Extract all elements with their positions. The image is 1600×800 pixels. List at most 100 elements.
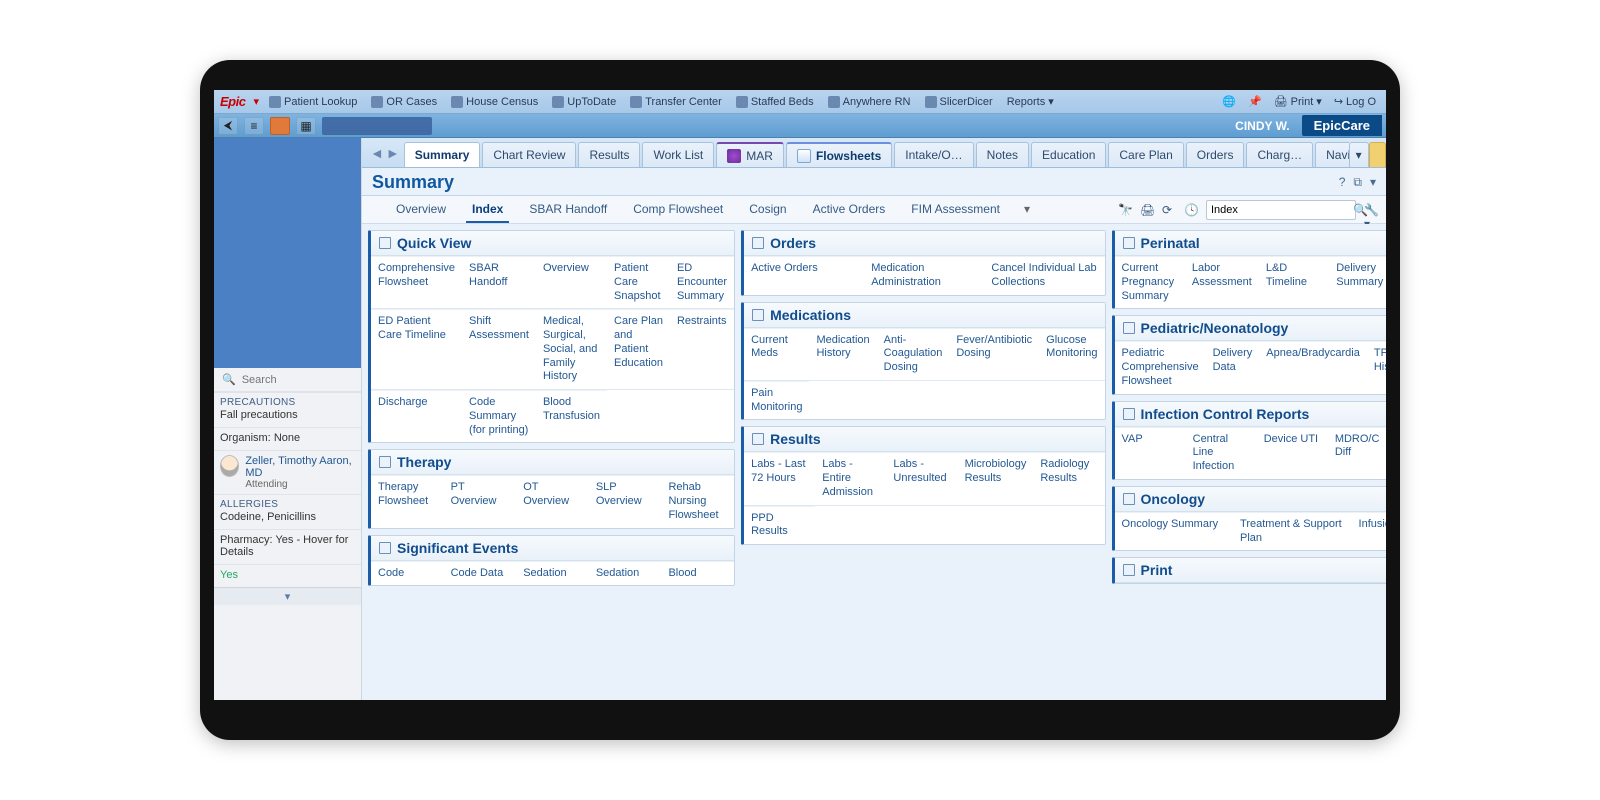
link-pain-monitoring[interactable]: Pain Monitoring: [744, 381, 809, 420]
tab-intake-o-[interactable]: Intake/O…: [894, 142, 973, 167]
link-sedation[interactable]: Sedation: [589, 561, 662, 586]
link-labs-unresulted[interactable]: Labs - Unresulted: [886, 452, 957, 504]
link-rehab-nursing-flowsheet[interactable]: Rehab Nursing Flowsheet: [661, 475, 734, 527]
collapse-icon[interactable]: ⮜: [218, 117, 238, 135]
link-pt-overview[interactable]: PT Overview: [444, 475, 517, 527]
summary-search[interactable]: 🔍: [1206, 200, 1356, 220]
sidebar-search[interactable]: 🔍: [214, 368, 361, 392]
tab-work-list[interactable]: Work List: [642, 142, 714, 167]
subtab-sbar-handoff[interactable]: SBAR Handoff: [523, 197, 613, 223]
wrench-icon[interactable]: 🔧▾: [1364, 203, 1378, 217]
link-treatment-support-plan[interactable]: Treatment & Support Plan: [1233, 512, 1352, 551]
subtab-active-orders[interactable]: Active Orders: [807, 197, 892, 223]
sidebar-search-input[interactable]: [242, 374, 353, 386]
link-vap[interactable]: VAP: [1115, 427, 1186, 479]
link-overview[interactable]: Overview: [536, 256, 607, 308]
current-user[interactable]: CINDY W.: [1229, 119, 1295, 133]
dropdown-icon[interactable]: ▾: [1370, 175, 1376, 190]
nav-back-icon[interactable]: ◄: [370, 145, 384, 161]
link-labs-last-72-hours[interactable]: Labs - Last 72 Hours: [744, 452, 815, 504]
link-l-d-timeline[interactable]: L&D Timeline: [1259, 256, 1329, 308]
dropdown-icon[interactable]: ▾: [253, 95, 259, 108]
link-device-uti[interactable]: Device UTI: [1257, 427, 1328, 479]
link-active-orders[interactable]: Active Orders: [744, 256, 864, 295]
link-pediatric-comprehensive-flowsheet[interactable]: Pediatric Comprehensive Flowsheet: [1115, 341, 1206, 393]
tab-navigators[interactable]: Navigators: [1315, 142, 1348, 167]
link-restraints[interactable]: Restraints: [670, 309, 734, 389]
link-therapy-flowsheet[interactable]: Therapy Flowsheet: [371, 475, 444, 527]
link-blood-transfusion[interactable]: Blood Transfusion: [536, 390, 607, 442]
link-central-line-infection[interactable]: Central Line Infection: [1186, 427, 1257, 479]
tab-care-plan[interactable]: Care Plan: [1108, 142, 1183, 167]
subtab-comp-flowsheet[interactable]: Comp Flowsheet: [627, 197, 729, 223]
tb-logout[interactable]: ↪Log O: [1330, 93, 1380, 110]
tb-or-cases[interactable]: OR Cases: [367, 94, 441, 110]
help-icon[interactable]: ?: [1339, 175, 1346, 190]
subtab-cosign[interactable]: Cosign: [743, 197, 792, 223]
link-radiology-results[interactable]: Radiology Results: [1033, 452, 1104, 504]
link-slp-overview[interactable]: SLP Overview: [589, 475, 662, 527]
tab-more[interactable]: ▾: [1349, 142, 1369, 167]
link-code-summary-for-printing[interactable]: Code Summary (for printing): [462, 390, 536, 442]
link-mdro-c-diff[interactable]: MDRO/C Diff: [1328, 427, 1386, 479]
link-glucose-monitoring[interactable]: Glucose Monitoring: [1039, 328, 1104, 380]
link-delivery-summary[interactable]: Delivery Summary: [1329, 256, 1386, 308]
link-sedation[interactable]: Sedation: [516, 561, 589, 586]
link-medical-surgical-social-and-family-history[interactable]: Medical, Surgical, Social, and Family Hi…: [536, 309, 607, 389]
calendar-icon[interactable]: ▦: [296, 117, 316, 135]
link-code-data[interactable]: Code Data: [444, 561, 517, 586]
tab-charg-[interactable]: Charg…: [1246, 142, 1313, 167]
tab-education[interactable]: Education: [1031, 142, 1106, 167]
sidebar-expand[interactable]: ▾: [214, 587, 361, 605]
tab-notes[interactable]: Notes: [976, 142, 1029, 167]
tab-flowsheets[interactable]: Flowsheets: [786, 142, 892, 167]
brand-logo[interactable]: Epic: [220, 94, 245, 109]
nav-fwd-icon[interactable]: ►: [386, 145, 400, 161]
tb-reports[interactable]: Reports▾: [1003, 93, 1058, 110]
tb-print[interactable]: 🖨Print▾: [1270, 93, 1326, 110]
link-ed-encounter-summary[interactable]: ED Encounter Summary: [670, 256, 734, 308]
link-medication-history[interactable]: Medication History: [809, 328, 876, 380]
tab-results[interactable]: Results: [578, 142, 640, 167]
link-current-pregnancy-summary[interactable]: Current Pregnancy Summary: [1115, 256, 1185, 308]
tb-uptodate[interactable]: UpToDate: [548, 94, 620, 110]
link-comprehensive-flowsheet[interactable]: Comprehensive Flowsheet: [371, 256, 462, 308]
tab-summary[interactable]: Summary: [404, 142, 481, 167]
binoculars-icon[interactable]: 🔭: [1118, 203, 1132, 217]
link-discharge[interactable]: Discharge: [371, 390, 462, 442]
link-apnea-bradycardia[interactable]: Apnea/Bradycardia: [1259, 341, 1367, 393]
link-anti-coagulation-dosing[interactable]: Anti-Coagulation Dosing: [877, 328, 950, 380]
link-ppd-results[interactable]: PPD Results: [744, 506, 815, 545]
link-code[interactable]: Code: [371, 561, 444, 586]
subtab-fim-assessment[interactable]: FIM Assessment: [905, 197, 1006, 223]
subtab-index[interactable]: Index: [466, 197, 509, 223]
summary-search-input[interactable]: [1211, 204, 1353, 216]
link-delivery-data[interactable]: Delivery Data: [1206, 341, 1260, 393]
link-sbar-handoff[interactable]: SBAR Handoff: [462, 256, 536, 308]
popout-icon[interactable]: ⧉: [1353, 175, 1362, 190]
link-medication-administration[interactable]: Medication Administration: [864, 256, 984, 295]
link-infusion-summary[interactable]: Infusion Summary: [1352, 512, 1386, 551]
subtab-more[interactable]: ▾: [1018, 197, 1036, 223]
tb-patient-lookup[interactable]: Patient Lookup: [265, 94, 361, 110]
link-current-meds[interactable]: Current Meds: [744, 328, 809, 380]
link-shift-assessment[interactable]: Shift Assessment: [462, 309, 536, 389]
tb-globe[interactable]: 🌐: [1218, 93, 1240, 110]
link-blood[interactable]: Blood: [661, 561, 734, 586]
link-cancel-individual-lab-collections[interactable]: Cancel Individual Lab Collections: [984, 256, 1104, 295]
list-icon[interactable]: ≡: [244, 117, 264, 135]
refresh-icon[interactable]: ⟳: [1162, 203, 1176, 217]
link-ot-overview[interactable]: OT Overview: [516, 475, 589, 527]
subtab-overview[interactable]: Overview: [390, 197, 452, 223]
link-microbiology-results[interactable]: Microbiology Results: [958, 452, 1034, 504]
link-tpn-history[interactable]: TPN History: [1367, 341, 1386, 393]
tab-mar[interactable]: MAR: [716, 142, 784, 167]
sidebar-physician[interactable]: Zeller, Timothy Aaron, MD Attending: [214, 450, 361, 494]
clock-icon[interactable]: 🕓: [1184, 203, 1198, 217]
link-patient-care-snapshot[interactable]: Patient Care Snapshot: [607, 256, 670, 308]
tab-chart-review[interactable]: Chart Review: [482, 142, 576, 167]
tb-pin[interactable]: 📌: [1244, 93, 1266, 110]
tab-orders[interactable]: Orders: [1186, 142, 1245, 167]
tb-staffed-beds[interactable]: Staffed Beds: [732, 94, 818, 110]
link-fever-antibiotic-dosing[interactable]: Fever/Antibiotic Dosing: [949, 328, 1039, 380]
